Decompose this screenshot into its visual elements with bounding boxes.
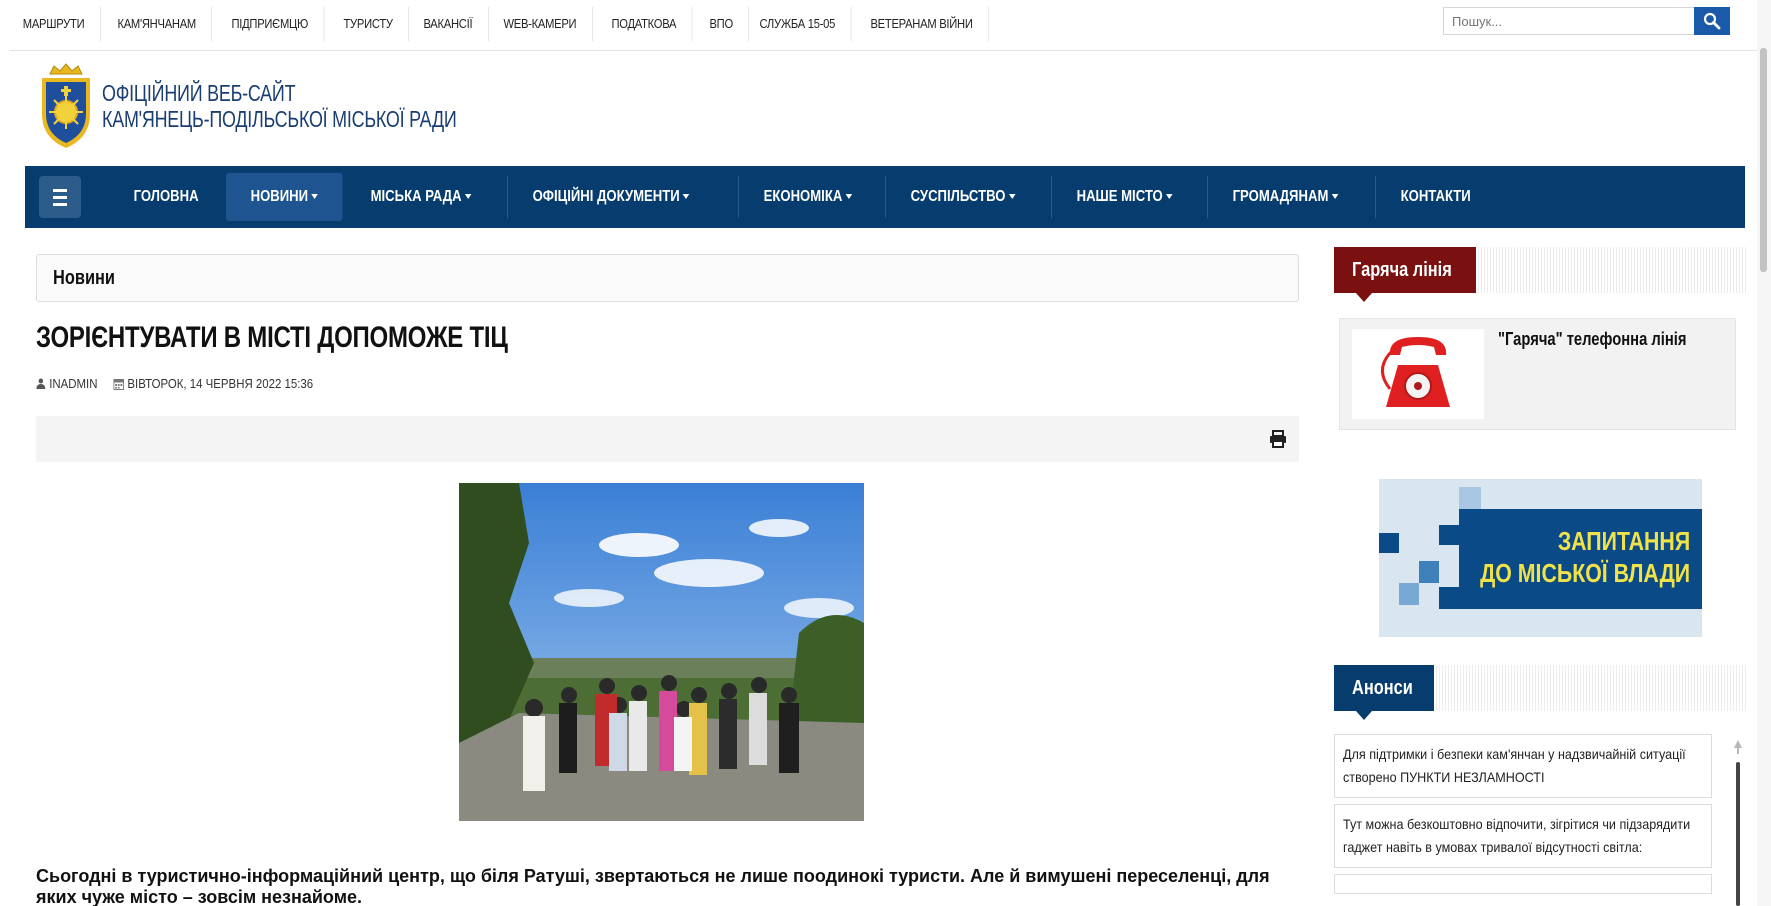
banner-line2: ДО МІСЬКОЇ ВЛАДИ xyxy=(1479,558,1690,588)
red-telephone-icon xyxy=(1352,329,1484,419)
announcements-module-header: Анонси xyxy=(1334,665,1747,720)
nav-item-our-city[interactable]: НАШЕ МІСТО xyxy=(1052,173,1197,221)
questions-to-authorities-banner[interactable]: ЗАПИТАННЯ ДО МІСЬКОЇ ВЛАДИ xyxy=(1379,479,1702,637)
page-scrollbar[interactable] xyxy=(1757,0,1771,906)
tab-pointer xyxy=(1356,293,1372,302)
print-icon[interactable] xyxy=(1268,429,1288,449)
nav-label: ГОЛОВНА xyxy=(133,188,199,205)
topnav-item-veterans[interactable]: ВЕТЕРАНАМ ВІЙНИ xyxy=(855,7,990,41)
category-heading: Новини xyxy=(36,254,1299,302)
site-title-line1: ОФІЦІЙНИЙ ВЕБ-САЙТ xyxy=(102,80,296,106)
announcements-list: Для підтримки і безпеки кам'янчан у надз… xyxy=(1334,734,1712,900)
site-title-line2: КАМ'ЯНЕЦЬ-ПОДІЛЬСЬКОЇ МІСЬКОЇ РАДИ xyxy=(102,106,457,132)
announcements-header-label: Анонси xyxy=(1352,677,1413,699)
announcement-text: Тут можна безкоштовно відпочити, зігріти… xyxy=(1343,816,1691,855)
date-text: ВІВТОРОК, 14 ЧЕРВНЯ 2022 15:36 xyxy=(127,376,314,391)
nav-item-official-documents[interactable]: ОФІЦІЙНІ ДОКУМЕНТИ xyxy=(508,173,714,221)
hamburger-menu-button[interactable] xyxy=(39,176,81,218)
main-navigation: ГОЛОВНА НОВИНИ МІСЬКА РАДА ОФІЦІЙНІ ДОКУ… xyxy=(25,166,1745,228)
nav-item-economy[interactable]: ЕКОНОМІКА xyxy=(739,173,877,221)
nav-label: МІСЬКА РАДА xyxy=(370,188,462,205)
nav-label: СУСПІЛЬСТВО xyxy=(910,188,1006,205)
article-date: ВІВТОРОК, 14 ЧЕРВНЯ 2022 15:36 xyxy=(113,376,313,391)
banner-text: ЗАПИТАННЯ ДО МІСЬКОЇ ВЛАДИ xyxy=(1480,525,1690,589)
nav-item-home[interactable]: ГОЛОВНА xyxy=(109,173,223,221)
topnav-item-service-1505[interactable]: СЛУЖБА 15-05 xyxy=(744,7,852,41)
search-icon xyxy=(1703,12,1721,30)
nav-item-citizens[interactable]: ГРОМАДЯНАМ xyxy=(1208,173,1363,221)
tab-pointer xyxy=(1356,711,1372,720)
nav-label: НАШЕ МІСТО xyxy=(1076,188,1164,205)
nav-label: ЕКОНОМІКА xyxy=(763,188,843,205)
topnav-item-webcams[interactable]: WEB-КАМЕРИ xyxy=(488,7,593,41)
announcements-tab: Анонси xyxy=(1334,665,1434,711)
search-input[interactable] xyxy=(1443,7,1696,35)
nav-label: ОФІЦІЙНІ ДОКУМЕНТИ xyxy=(532,188,681,205)
chevron-down-icon xyxy=(845,194,852,200)
nav-item-city-council[interactable]: МІСЬКА РАДА xyxy=(346,173,496,221)
scrollbar-thumb[interactable] xyxy=(1760,48,1767,272)
article-photo[interactable] xyxy=(459,483,864,821)
hotline-module-header: Гаряча лінія xyxy=(1334,247,1747,302)
article-lead: Сьогодні в туристично-інформаційний цент… xyxy=(36,866,1270,906)
topnav-item-entrepreneur[interactable]: ПІДПРИЄМЦЮ xyxy=(216,7,325,41)
nav-label: ГРОМАДЯНАМ xyxy=(1233,188,1329,205)
calendar-icon xyxy=(113,378,124,390)
announcement-text: Для підтримки і безпеки кам'янчан у надз… xyxy=(1343,746,1686,785)
hotline-card[interactable]: "Гаряча" телефонна лінія xyxy=(1339,318,1736,430)
topnav-item-vacancies[interactable]: ВАКАНСІЇ xyxy=(408,7,489,41)
hamburger-icon-bar xyxy=(53,188,67,192)
topnav-item-idp[interactable]: ВПО xyxy=(694,7,750,41)
chevron-down-icon xyxy=(1166,194,1173,200)
announcement-item[interactable] xyxy=(1334,874,1712,894)
nav-label: НОВИНИ xyxy=(250,188,309,205)
user-icon xyxy=(36,378,46,389)
chevron-down-icon xyxy=(1332,194,1339,200)
hamburger-icon-bar xyxy=(53,202,67,206)
category-label: Новини xyxy=(53,267,116,289)
article-meta: INADMIN ВІВТОРОК, 14 ЧЕРВНЯ 2022 15:36 xyxy=(36,376,313,391)
banner-line1: ЗАПИТАННЯ xyxy=(1557,526,1690,556)
search-button[interactable] xyxy=(1694,7,1730,35)
topnav-item-residents[interactable]: КАМ'ЯНЧАНАМ xyxy=(102,7,212,41)
chevron-down-icon xyxy=(465,194,472,200)
announcement-item[interactable]: Тут можна безкоштовно відпочити, зігріти… xyxy=(1334,804,1712,868)
nav-item-contacts[interactable]: КОНТАКТИ xyxy=(1376,173,1495,221)
hotline-header-label: Гаряча лінія xyxy=(1352,259,1452,281)
nav-item-news[interactable]: НОВИНИ xyxy=(226,173,343,221)
nav-label: КОНТАКТИ xyxy=(1400,188,1471,205)
hotline-text[interactable]: "Гаряча" телефонна лінія xyxy=(1498,329,1687,350)
site-title[interactable]: ОФІЦІЙНИЙ ВЕБ-САЙТ КАМ'ЯНЕЦЬ-ПОДІЛЬСЬКОЇ… xyxy=(102,80,457,132)
topnav-item-tax[interactable]: ПОДАТКОВА xyxy=(596,7,693,41)
hotline-tab: Гаряча лінія xyxy=(1334,247,1476,293)
topnav-item-tourist[interactable]: ТУРИСТУ xyxy=(328,7,410,41)
topnav-item-routes[interactable]: МАРШРУТИ xyxy=(9,7,101,41)
announcements-scroller[interactable] xyxy=(1734,740,1742,906)
nav-item-society[interactable]: СУСПІЛЬСТВО xyxy=(886,173,1040,221)
author-name: INADMIN xyxy=(49,376,98,391)
chevron-down-icon xyxy=(311,194,319,200)
article-title: ЗОРІЄНТУВАТИ В МІСТІ ДОПОМОЖЕ ТІЦ xyxy=(36,321,508,354)
article-tools-bar xyxy=(36,416,1299,462)
city-coat-of-arms-logo[interactable] xyxy=(36,62,96,150)
chevron-down-icon xyxy=(683,194,690,200)
hamburger-icon-bar xyxy=(53,195,67,199)
article-author: INADMIN xyxy=(36,376,98,391)
announcement-item[interactable]: Для підтримки і безпеки кам'янчан у надз… xyxy=(1334,734,1712,798)
chevron-down-icon xyxy=(1008,194,1016,200)
